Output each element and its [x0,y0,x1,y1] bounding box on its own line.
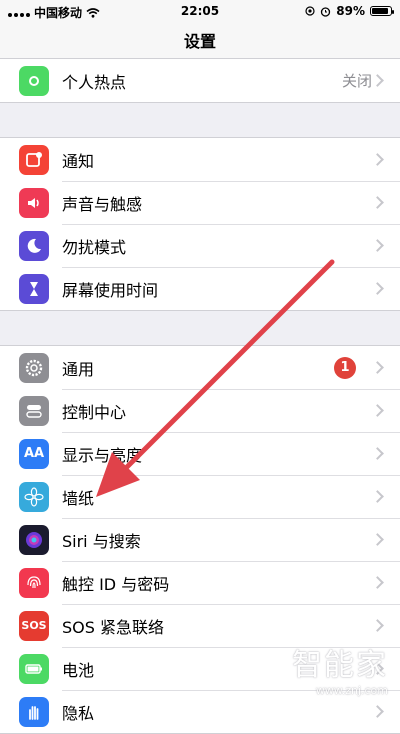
divider [62,518,400,519]
settings-row-label: 隐私 [62,703,95,723]
chevron-right-icon [371,153,384,166]
chevron-right-icon [371,576,384,589]
settings-row-label: 通知 [62,151,95,171]
chevron-right-icon [371,447,384,460]
hourglass-icon [19,273,49,304]
battery-icon [370,6,394,16]
settings-row-hotspot[interactable]: 个人热点 关闭 [0,59,400,102]
status-bar: 中国移动 22:05 89% [0,0,400,22]
siri-icon [19,524,49,555]
chevron-right-icon [371,619,384,632]
divider [62,561,400,562]
hotspot-icon [19,65,49,96]
settings-row-label: 屏幕使用时间 [62,280,159,300]
watermark-logo-text: 智能家 [292,648,388,683]
chevron-right-icon [371,705,384,718]
settings-row-screen-time[interactable]: 屏幕使用时间 [0,267,400,310]
chevron-right-icon [371,239,384,252]
chevron-right-icon [371,533,384,546]
settings-row-label: 声音与触感 [62,194,143,214]
sound-icon [19,187,49,218]
divider [62,475,400,476]
chevron-right-icon [371,196,384,209]
settings-row-display[interactable]: AA 显示与亮度 [0,432,400,475]
battery-percent: 89% [336,4,365,18]
settings-row-label: 个人热点 [62,72,127,92]
moon-icon [19,230,49,261]
location-icon [305,6,315,16]
divider [62,181,400,182]
toggles-icon [19,395,49,426]
settings-row-sounds[interactable]: 声音与触感 [0,181,400,224]
divider [62,604,400,605]
divider [62,224,400,225]
settings-row-label: 显示与亮度 [62,445,143,465]
settings-row-label: Siri 与搜索 [62,531,141,551]
settings-row-label: 触控 ID 与密码 [62,574,170,594]
page-title: 设置 [183,32,216,51]
divider [62,389,400,390]
settings-group-hotspot: 个人热点 关闭 [0,58,400,103]
watermark-url: www.znj.com [315,684,388,697]
status-right: 89% [305,4,394,18]
settings-row-wallpaper[interactable]: 墙纸 [0,475,400,518]
hand-icon [19,696,49,727]
settings-row-touch-id[interactable]: 触控 ID 与密码 [0,561,400,604]
notifications-icon [19,144,49,175]
settings-row-label: 电池 [62,660,95,680]
text-size-icon: AA [19,438,49,469]
settings-group-notifications: 通知 声音与触感 勿扰模式 屏幕使用时间 [0,137,400,311]
chevron-right-icon [371,490,384,503]
settings-row-label: 通用 [62,359,95,379]
gear-icon [19,352,49,383]
settings-row-general[interactable]: 通用 1 [0,346,400,389]
settings-row-notifications[interactable]: 通知 [0,138,400,181]
chevron-right-icon [371,282,384,295]
flower-icon [19,481,49,512]
divider [62,267,400,268]
divider [62,432,400,433]
sos-icon: SOS [19,610,49,641]
chevron-right-icon [371,404,384,417]
settings-row-control-center[interactable]: 控制中心 [0,389,400,432]
battery-icon [19,653,49,684]
alarm-icon [321,6,331,17]
settings-row-label: SOS 紧急联络 [62,617,164,637]
settings-row-do-not-disturb[interactable]: 勿扰模式 [0,224,400,267]
fingerprint-icon [19,567,49,598]
settings-row-label: 勿扰模式 [62,237,127,257]
watermark: 智能家 www.znj.com [292,640,388,697]
update-badge: 1 [334,356,356,379]
chevron-right-icon [371,361,384,374]
settings-row-label: 墙纸 [62,488,95,508]
nav-bar: 设置 [0,22,400,63]
chevron-right-icon [371,74,384,87]
settings-row-value: 关闭 [341,72,372,90]
settings-row-label: 控制中心 [62,402,127,422]
settings-row-siri[interactable]: Siri 与搜索 [0,518,400,561]
